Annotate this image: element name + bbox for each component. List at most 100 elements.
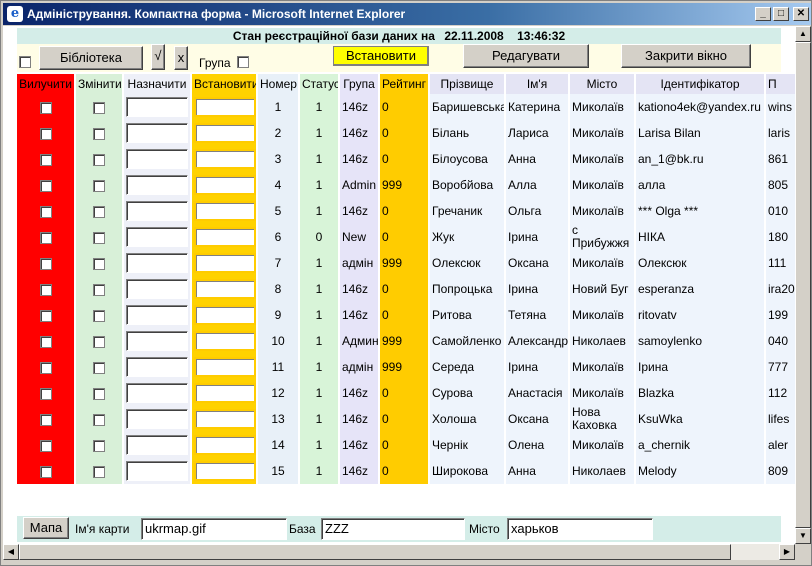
delete-checkbox[interactable]: [39, 361, 52, 374]
delete-checkbox[interactable]: [39, 335, 52, 348]
delete-checkbox[interactable]: [39, 127, 52, 140]
close-icon[interactable]: ✕: [793, 7, 809, 21]
group-cell: 146z: [339, 302, 380, 328]
assign-input[interactable]: [126, 97, 188, 117]
group-cell: 146z: [339, 198, 380, 224]
uncheck-button[interactable]: x: [174, 46, 188, 70]
set-input[interactable]: [194, 383, 255, 403]
change-checkbox[interactable]: [93, 153, 105, 166]
delete-checkbox[interactable]: [39, 153, 52, 166]
set-input[interactable]: [194, 97, 255, 117]
change-cell: [75, 224, 124, 250]
change-checkbox[interactable]: [93, 127, 105, 140]
assign-input[interactable]: [126, 357, 188, 377]
assign-input[interactable]: [126, 253, 188, 273]
number-cell: 9: [257, 302, 300, 328]
assign-input[interactable]: [126, 149, 188, 169]
assign-input[interactable]: [126, 435, 188, 455]
change-checkbox[interactable]: [93, 257, 105, 270]
set-input[interactable]: [194, 461, 255, 481]
vertical-scrollbar[interactable]: ▲ ▼: [795, 26, 811, 544]
close-window-button[interactable]: Закрити вікно: [621, 44, 751, 68]
set-input[interactable]: [194, 409, 255, 429]
map-name-input[interactable]: ukrmap.gif: [141, 518, 287, 540]
db-status-date: 22.11.2008: [444, 29, 504, 43]
scroll-up-icon[interactable]: ▲: [795, 26, 811, 42]
change-checkbox[interactable]: [93, 387, 105, 400]
set-input[interactable]: [194, 253, 255, 273]
vertical-scroll-thumb[interactable]: [795, 42, 811, 528]
assign-input[interactable]: [126, 227, 188, 247]
extra-cell: 199: [765, 302, 795, 328]
delete-checkbox[interactable]: [39, 205, 52, 218]
assign-input[interactable]: [126, 305, 188, 325]
scroll-down-icon[interactable]: ▼: [795, 528, 811, 544]
group-checkbox[interactable]: [237, 56, 249, 68]
base-input[interactable]: ZZZ: [321, 518, 465, 540]
set-input[interactable]: [194, 201, 255, 221]
minimize-icon[interactable]: _: [755, 7, 771, 21]
set-input[interactable]: [194, 279, 255, 299]
delete-checkbox[interactable]: [39, 413, 52, 426]
name-cell: Анна: [505, 458, 570, 484]
library-button[interactable]: Бібліотека: [39, 46, 143, 70]
assign-input[interactable]: [126, 461, 188, 481]
assign-input[interactable]: [126, 123, 188, 143]
change-cell: [75, 380, 124, 406]
city-input[interactable]: харьков: [507, 518, 653, 540]
change-checkbox[interactable]: [93, 439, 105, 452]
change-checkbox[interactable]: [93, 465, 105, 478]
map-button[interactable]: Мапа: [23, 517, 69, 539]
check-button[interactable]: √: [151, 44, 165, 70]
change-checkbox[interactable]: [93, 179, 105, 192]
assign-input[interactable]: [126, 409, 188, 429]
delete-checkbox[interactable]: [39, 439, 52, 452]
delete-checkbox[interactable]: [39, 309, 52, 322]
horizontal-scrollbar[interactable]: ◀ ▶: [3, 544, 795, 560]
set-cell: [191, 276, 258, 302]
set-input[interactable]: [194, 357, 255, 377]
set-input[interactable]: [194, 123, 255, 143]
select-all-checkbox[interactable]: [19, 56, 31, 68]
change-checkbox[interactable]: [93, 335, 105, 348]
change-checkbox[interactable]: [93, 413, 105, 426]
change-checkbox[interactable]: [93, 205, 105, 218]
delete-checkbox[interactable]: [39, 179, 52, 192]
set-input[interactable]: [194, 175, 255, 195]
table-row: 4 1 Admin 999 Воробйова Алла Миколаїв алла 805: [17, 172, 795, 198]
change-checkbox[interactable]: [93, 101, 105, 114]
edit-button[interactable]: Редагувати: [463, 44, 589, 68]
change-cell: [75, 172, 124, 198]
set-input[interactable]: [194, 149, 255, 169]
status-cell: 1: [299, 250, 340, 276]
delete-checkbox[interactable]: [39, 387, 52, 400]
scroll-left-icon[interactable]: ◀: [3, 544, 19, 560]
assign-input[interactable]: [126, 201, 188, 221]
change-checkbox[interactable]: [93, 231, 105, 244]
db-status-label: Стан реєстраційної бази даних на: [232, 29, 435, 43]
set-input[interactable]: [194, 305, 255, 325]
delete-checkbox[interactable]: [39, 465, 52, 478]
set-input[interactable]: [194, 435, 255, 455]
delete-checkbox[interactable]: [39, 101, 52, 114]
set-input[interactable]: [194, 227, 255, 247]
install-button[interactable]: Встановити: [333, 46, 429, 66]
table-row: 5 1 146z 0 Гречаник Ольга Миколаїв *** Olga ***…: [17, 198, 795, 224]
delete-checkbox[interactable]: [39, 283, 52, 296]
assign-input[interactable]: [126, 331, 188, 351]
table-row: 15 1 146z 0 Широкова Анна Николаев Melody 809: [17, 458, 795, 484]
identifier-cell: KsuWka: [635, 406, 766, 432]
city-cell: Миколаїв: [569, 120, 636, 146]
scroll-right-icon[interactable]: ▶: [779, 544, 795, 560]
delete-checkbox[interactable]: [39, 257, 52, 270]
change-checkbox[interactable]: [93, 309, 105, 322]
change-checkbox[interactable]: [93, 283, 105, 296]
maximize-icon[interactable]: □: [773, 7, 789, 21]
assign-input[interactable]: [126, 279, 188, 299]
horizontal-scroll-thumb[interactable]: [19, 544, 731, 560]
delete-checkbox[interactable]: [39, 231, 52, 244]
change-checkbox[interactable]: [93, 361, 105, 374]
assign-input[interactable]: [126, 175, 188, 195]
assign-input[interactable]: [126, 383, 188, 403]
set-input[interactable]: [194, 331, 255, 351]
